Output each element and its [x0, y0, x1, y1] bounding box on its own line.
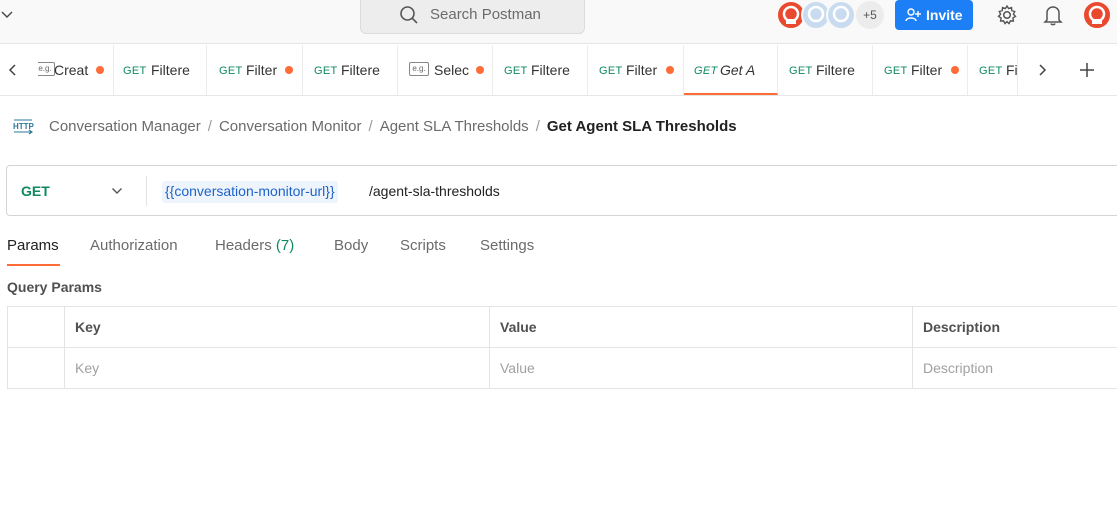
tab-label: Filter: [911, 62, 943, 78]
request-tab[interactable]: GET Filtere: [114, 45, 207, 95]
table-row: Key Value Description: [7, 347, 1117, 389]
url-bar: GET {{conversation-monitor-url}} /agent-…: [6, 165, 1117, 216]
breadcrumb-separator: /: [535, 118, 540, 135]
tab-method: GET: [599, 65, 623, 77]
tab-settings[interactable]: Settings: [480, 237, 534, 254]
http-icon: HTTP: [12, 118, 35, 139]
tab-label: Selec: [434, 62, 470, 78]
request-tab[interactable]: e.g. Selec: [398, 45, 493, 95]
new-tab-button[interactable]: [1069, 45, 1109, 95]
request-tab[interactable]: GET Filtere: [493, 45, 588, 95]
tab-label: Get A: [720, 62, 756, 78]
request-tab[interactable]: GET Filter: [588, 45, 684, 95]
request-tabs: Params Authorization Headers (7) Body Sc…: [0, 236, 600, 266]
headers-count: (7): [275, 237, 295, 254]
url-variable[interactable]: {{conversation-monitor-url}}: [162, 181, 338, 203]
invite-label: Invite: [926, 7, 963, 23]
more-collaborators-badge[interactable]: +5: [856, 1, 884, 29]
request-tab[interactable]: GET Filtere: [303, 45, 398, 95]
value-input[interactable]: Value: [489, 347, 913, 389]
chevron-right-icon: [1039, 64, 1047, 76]
unsaved-dot: [285, 66, 293, 74]
search-bar[interactable]: Search Postman: [360, 0, 585, 34]
method-select[interactable]: GET: [21, 183, 50, 199]
tab-bar: e.g. Creat GET Filtere GET Filter GET Fi…: [0, 45, 1117, 96]
description-input[interactable]: Description: [912, 347, 1117, 389]
query-params-table: Key Value Description Key Value Descript…: [7, 306, 1117, 389]
breadcrumb-collection[interactable]: Conversation Manager: [49, 118, 201, 135]
tab-label: Filtere: [531, 62, 570, 78]
key-input[interactable]: Key: [64, 347, 490, 389]
tab-method: GET: [884, 65, 908, 77]
avatar[interactable]: [826, 0, 856, 30]
chevron-left-icon: [8, 64, 16, 76]
tab-label: Filtere: [151, 62, 190, 78]
top-header: Search Postman +5 Invite: [0, 0, 1117, 44]
tab-params[interactable]: Params: [7, 237, 59, 254]
tab-method: GET: [314, 65, 338, 77]
request-name[interactable]: Get Agent SLA Thresholds: [547, 118, 737, 135]
tab-method: GET: [123, 65, 147, 77]
user-avatar[interactable]: [1082, 0, 1112, 30]
search-icon: [400, 6, 418, 24]
example-icon: e.g.: [409, 62, 429, 76]
tab-method: GET: [504, 65, 528, 77]
unsaved-dot: [951, 66, 959, 74]
tab-method: GET: [219, 65, 243, 77]
request-tab[interactable]: GET Filter: [207, 45, 303, 95]
tab-method: GET: [979, 65, 1003, 77]
request-tab[interactable]: GET Filtere: [778, 45, 873, 95]
scroll-tabs-right-button[interactable]: [1025, 45, 1063, 95]
active-tab-indicator: [7, 264, 60, 266]
column-header-key: Key: [64, 306, 490, 348]
breadcrumb-separator: /: [207, 118, 212, 135]
request-tab[interactable]: GET Filter: [873, 45, 968, 95]
column-header-description: Description: [912, 306, 1117, 348]
tab-authorization[interactable]: Authorization: [90, 237, 178, 254]
tab-headers[interactable]: Headers (7): [215, 237, 294, 254]
breadcrumb-separator: /: [368, 118, 373, 135]
unsaved-dot: [96, 66, 104, 74]
chevron-down-icon[interactable]: [0, 8, 14, 22]
tab-method: GET: [694, 65, 718, 77]
tab-label: Filtere: [341, 62, 380, 78]
request-tab[interactable]: e.g. Creat: [38, 45, 114, 95]
scroll-tabs-left-button[interactable]: [0, 45, 38, 95]
unsaved-dot: [476, 66, 484, 74]
chevron-down-icon[interactable]: [111, 185, 123, 197]
breadcrumb-subfolder[interactable]: Agent SLA Thresholds: [380, 118, 529, 135]
query-params-title: Query Params: [7, 279, 102, 295]
search-placeholder: Search Postman: [430, 6, 541, 23]
tab-label: Creat: [54, 62, 89, 78]
checkbox-column: [7, 306, 65, 348]
tab-scripts[interactable]: Scripts: [400, 237, 446, 254]
tab-body[interactable]: Body: [334, 237, 368, 254]
tab-label: Fi: [1006, 62, 1018, 78]
url-input[interactable]: /agent-sla-thresholds: [369, 183, 500, 199]
plus-icon: [1080, 63, 1094, 77]
add-user-icon: [905, 8, 921, 22]
table-header-row: Key Value Description: [7, 306, 1117, 348]
bell-icon[interactable]: [1043, 4, 1063, 29]
request-tab[interactable]: GET Fi: [968, 45, 1018, 95]
tab-label: Filtere: [816, 62, 855, 78]
unsaved-dot: [666, 66, 674, 74]
tab-method: GET: [789, 65, 813, 77]
request-tab-active[interactable]: GET Get A: [684, 45, 778, 95]
tab-label: Filter: [246, 62, 278, 78]
column-header-value: Value: [489, 306, 913, 348]
svg-text:HTTP: HTTP: [13, 122, 34, 131]
breadcrumb-folder[interactable]: Conversation Monitor: [219, 118, 362, 135]
example-icon: e.g.: [38, 62, 55, 76]
gear-icon[interactable]: [996, 4, 1018, 29]
invite-button[interactable]: Invite: [895, 0, 973, 30]
row-checkbox-cell: [7, 347, 65, 389]
tab-headers-label: Headers: [215, 237, 272, 254]
tab-label: Filter: [626, 62, 658, 78]
